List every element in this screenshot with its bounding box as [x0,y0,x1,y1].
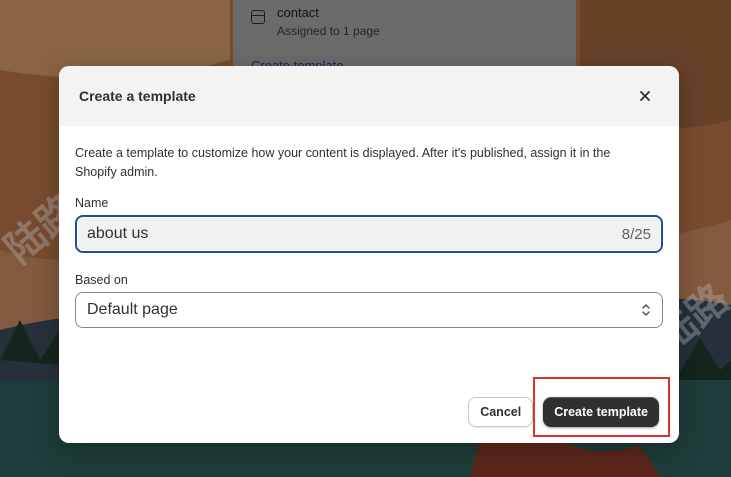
close-icon [640,91,650,101]
dialog-footer: Cancel Create template [468,397,659,427]
dialog-description: Create a template to customize how your … [75,146,611,179]
create-template-dialog: Create a template Create a template to c… [59,66,679,443]
dialog-body: Create a template to customize how your … [59,126,679,328]
based-on-label: Based on [75,273,128,287]
based-on-select[interactable]: Default page [75,292,663,328]
name-label: Name [75,196,109,210]
name-input[interactable] [87,225,622,243]
based-on-selected-value: Default page [87,301,178,318]
dialog-header: Create a template [59,66,679,126]
name-field[interactable]: 8/25 [75,215,663,253]
close-button[interactable] [633,84,657,108]
select-chevron-icon [640,301,652,319]
character-count: 8/25 [621,225,651,243]
screen: contact Assigned to 1 page Create templa… [0,0,731,477]
dialog-title: Create a template [79,88,196,104]
cancel-button[interactable]: Cancel [468,397,534,427]
create-template-button[interactable]: Create template [543,397,659,427]
